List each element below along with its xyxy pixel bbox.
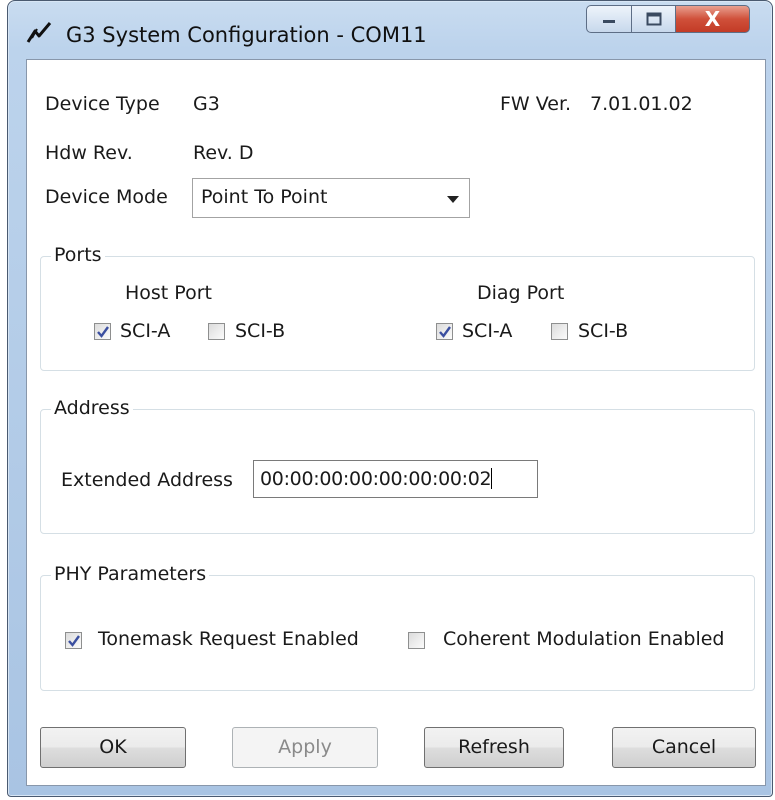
- text-caret: [491, 468, 493, 489]
- device-type-value: G3: [193, 93, 220, 115]
- minimize-button[interactable]: [586, 5, 632, 33]
- coherent-modulation-checkbox[interactable]: [408, 632, 425, 649]
- host-sci-b-label[interactable]: SCI-B: [235, 320, 285, 342]
- minimize-icon: [603, 20, 615, 23]
- maximize-icon: [646, 12, 661, 26]
- device-mode-selected: Point To Point: [201, 186, 328, 208]
- maximize-button[interactable]: [632, 5, 676, 33]
- close-button[interactable]: X: [676, 5, 750, 33]
- check-icon: [68, 635, 80, 647]
- ports-group-title: Ports: [51, 244, 105, 266]
- phy-group-title: PHY Parameters: [51, 563, 210, 585]
- fw-version-value: 7.01.01.02: [590, 93, 693, 115]
- host-sci-a-label[interactable]: SCI-A: [120, 320, 170, 342]
- apply-button[interactable]: Apply: [232, 727, 378, 768]
- check-icon: [439, 326, 451, 338]
- dialog-client-area: Device Type G3 FW Ver. 7.01.01.02 Hdw Re…: [26, 59, 766, 786]
- title-bar[interactable]: G3 System Configuration - COM11 X: [8, 1, 772, 59]
- host-sci-b-checkbox[interactable]: [208, 323, 225, 340]
- address-group-title: Address: [51, 397, 133, 419]
- app-signal-icon: [26, 22, 52, 43]
- host-port-label: Host Port: [125, 282, 212, 304]
- refresh-button[interactable]: Refresh: [424, 727, 564, 768]
- hdw-rev-value: Rev. D: [193, 142, 254, 164]
- close-icon: X: [704, 7, 721, 31]
- device-type-label: Device Type: [45, 93, 160, 115]
- extended-address-input[interactable]: 00:00:00:00:00:00:00:02: [253, 460, 538, 498]
- phy-parameters-group: PHY Parameters Tonemask Request Enabled …: [40, 563, 755, 691]
- device-mode-label: Device Mode: [45, 186, 168, 208]
- diag-sci-a-checkbox[interactable]: [436, 323, 453, 340]
- ports-group: Ports Host Port Diag Port SCI-A SCI-B SC…: [40, 244, 755, 371]
- caption-buttons: X: [586, 5, 750, 33]
- diag-sci-b-label[interactable]: SCI-B: [578, 320, 628, 342]
- tonemask-request-checkbox[interactable]: [65, 632, 82, 649]
- cancel-button[interactable]: Cancel: [612, 727, 756, 768]
- window-title: G3 System Configuration - COM11: [66, 23, 427, 47]
- host-sci-a-checkbox[interactable]: [94, 323, 111, 340]
- coherent-modulation-label[interactable]: Coherent Modulation Enabled: [443, 628, 725, 650]
- device-mode-select[interactable]: Point To Point: [192, 178, 470, 218]
- extended-address-label: Extended Address: [61, 469, 233, 491]
- hdw-rev-label: Hdw Rev.: [45, 142, 133, 164]
- diag-port-label: Diag Port: [477, 282, 565, 304]
- diag-sci-a-label[interactable]: SCI-A: [462, 320, 512, 342]
- check-icon: [97, 326, 109, 338]
- tonemask-request-label[interactable]: Tonemask Request Enabled: [98, 628, 359, 650]
- ok-button[interactable]: OK: [40, 727, 186, 768]
- dropdown-arrow-icon: [447, 196, 459, 203]
- extended-address-value: 00:00:00:00:00:00:00:02: [260, 468, 492, 490]
- diag-sci-b-checkbox[interactable]: [551, 323, 568, 340]
- dialog-window: G3 System Configuration - COM11 X Device…: [7, 0, 773, 797]
- fw-version-label: FW Ver.: [500, 93, 572, 115]
